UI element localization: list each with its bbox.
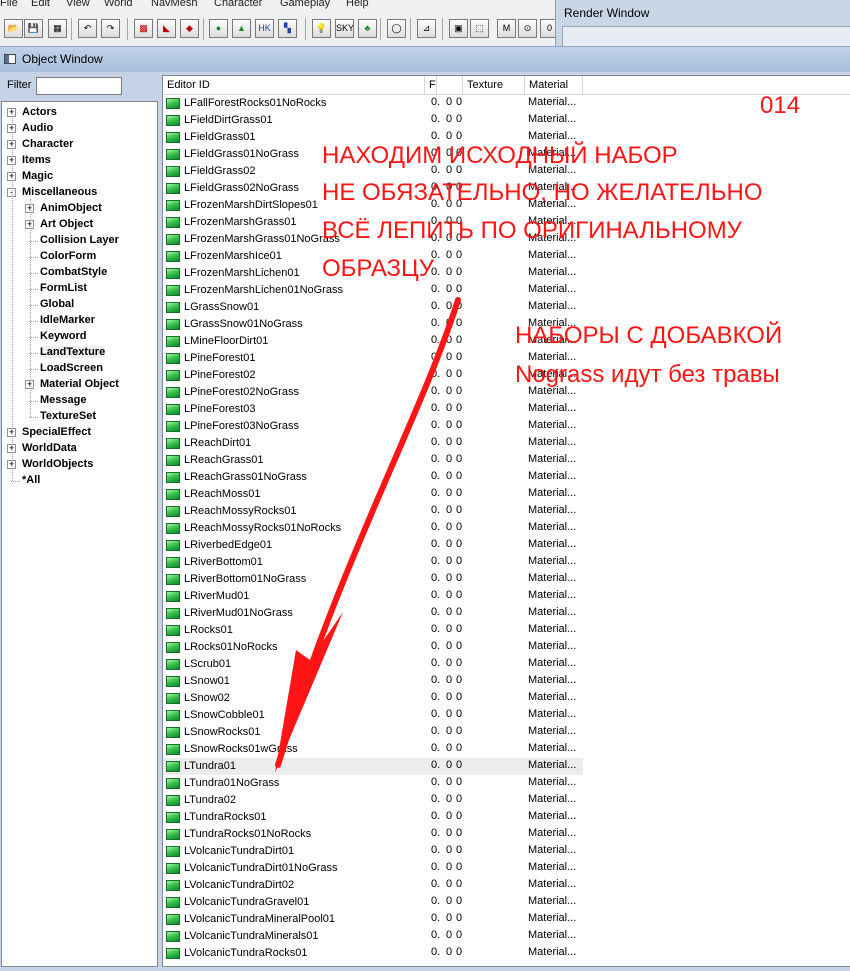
annotation-arrow	[275, 297, 461, 773]
